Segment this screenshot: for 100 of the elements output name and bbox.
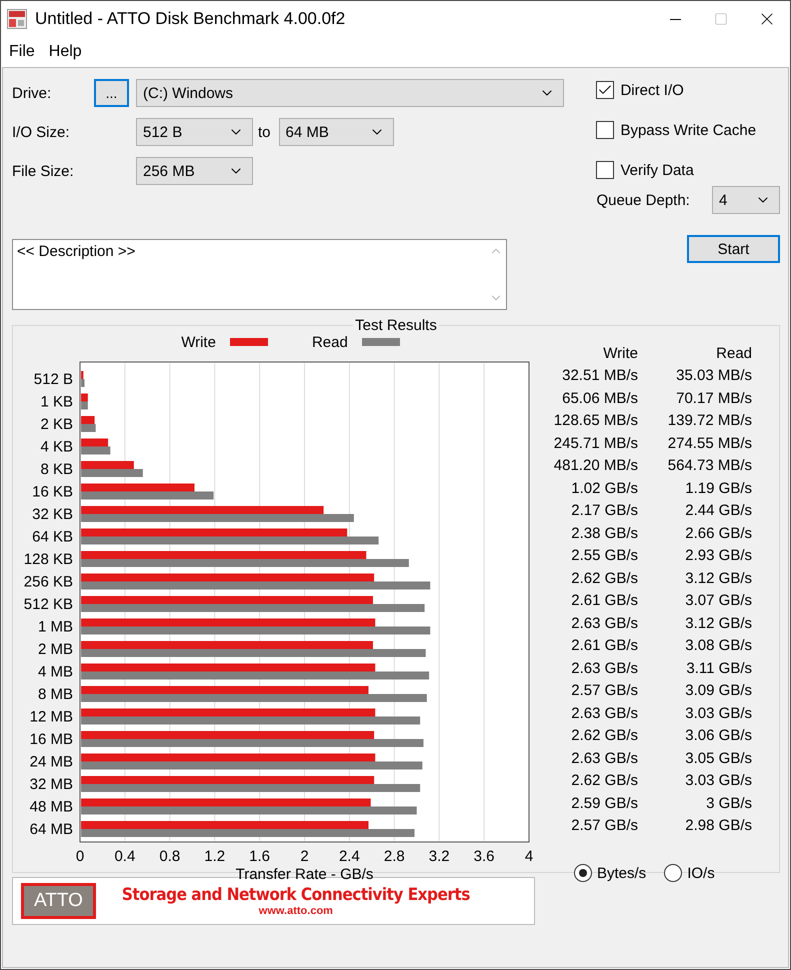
axis-title: Transfer Rate - GB/s: [236, 866, 374, 883]
table-cell-text: 2.66 GB/s: [684, 524, 752, 542]
file-size-dropdown[interactable]: 256 MB: [136, 157, 253, 185]
axis-label: 128 KB: [24, 551, 73, 568]
queue-depth-dropdown[interactable]: 4: [712, 186, 780, 214]
table-cell-text: 245.71 MB/s: [552, 434, 638, 452]
table-cell-text: 274.55 MB/s: [666, 434, 752, 452]
table-cell-text: 1.19 GB/s: [684, 480, 752, 497]
table-cell-text: 3.03 GB/s: [684, 772, 752, 790]
panel-title: Test Results: [354, 317, 438, 334]
write-bar: [81, 371, 84, 379]
table-cell-text: 3.07 GB/s: [684, 592, 752, 610]
tick-label: 0.8: [159, 848, 180, 865]
table-cell-text: 564.73 MB/s: [666, 457, 752, 474]
table-cell-text: 2.61 GB/s: [570, 637, 638, 654]
tick-label: 2.8: [384, 848, 405, 865]
table-cell-text: 3.11 GB/s: [685, 660, 752, 677]
start-button[interactable]: Start: [687, 235, 780, 263]
tick-label: 3.2: [428, 848, 450, 865]
column-header: Write: [602, 344, 638, 362]
table-cell-text: 3.03 GB/s: [684, 704, 752, 722]
field-label: Drive:: [12, 84, 52, 102]
table-cell-text: 2.62 GB/s: [570, 727, 638, 744]
axis-label: 4 KB: [40, 438, 73, 456]
io-size-dropdown[interactable]: 512 B: [136, 118, 253, 146]
axis-label: 8 KB: [40, 461, 73, 478]
table-cell-text: 2.93 GB/s: [684, 547, 752, 564]
write-bar: [81, 416, 95, 424]
write-bar: [81, 438, 108, 446]
axis-label: 32 KB: [32, 506, 73, 523]
read-bar: [81, 402, 88, 410]
drive-dropdown[interactable]: (C:) Windows: [136, 79, 564, 107]
axis-label: 12 MB: [30, 708, 73, 726]
table-cell-text: 2.61 GB/s: [570, 592, 638, 610]
browse-button[interactable]: ...: [94, 79, 129, 107]
axis-label: 2 MB: [38, 641, 73, 658]
table-cell-text: 481.20 MB/s: [552, 457, 638, 474]
tick-label: 2: [300, 848, 309, 865]
logo: ATTO: [21, 883, 96, 919]
menu-item[interactable]: File: [9, 43, 35, 61]
axis-label: 512 B: [34, 371, 73, 388]
tick-label: 0.4: [114, 848, 136, 865]
axis-label: 4 MB: [38, 664, 73, 680]
table-cell-text: 2.57 GB/s: [570, 817, 638, 834]
checkbox-label: Verify Data: [620, 162, 694, 178]
radio-button[interactable]: [574, 864, 592, 882]
axis-label: 64 KB: [32, 528, 73, 546]
axis-label: 16 KB: [32, 484, 73, 500]
table-cell-text: 2.63 GB/s: [570, 704, 638, 722]
read-bar: [81, 446, 110, 454]
radio-label: Bytes/s: [597, 864, 646, 882]
radio-label: IO/s: [687, 864, 715, 882]
table-cell-text: 1.02 GB/s: [570, 480, 638, 497]
table-cell-text: 2.57 GB/s: [570, 682, 638, 700]
minimize-icon: [670, 18, 680, 20]
table-cell-text: 3 GB/s: [705, 794, 752, 812]
table-cell-text: 2.63 GB/s: [570, 660, 638, 677]
axis-label: 1 KB: [40, 394, 73, 410]
checkbox[interactable]: [596, 161, 614, 179]
window-title: Untitled - ATTO Disk Benchmark 4.00.0f2: [35, 9, 346, 29]
table-cell-text: 32.51 MB/s: [561, 367, 638, 384]
table-cell-text: 3.12 GB/s: [684, 570, 752, 587]
menu-item[interactable]: Help: [48, 43, 82, 61]
table-cell-text: 2.44 GB/s: [684, 502, 752, 520]
table-cell-text: 2.98 GB/s: [684, 817, 752, 834]
tick-label: 1.6: [249, 848, 270, 865]
write-bar: [81, 461, 134, 469]
tick-label: 2.4: [338, 848, 360, 865]
checkbox[interactable]: [596, 121, 614, 139]
table-cell-text: 3.12 GB/s: [684, 614, 752, 632]
legend-label: Write: [181, 334, 216, 350]
field-label: I/O Size:: [12, 124, 71, 140]
app-icon: [7, 9, 27, 29]
io-size-dropdown[interactable]: 64 MB: [278, 118, 394, 146]
axis-label: 64 MB: [30, 821, 73, 838]
table-cell-text: 3.06 GB/s: [684, 727, 752, 744]
table-cell-text: 2.55 GB/s: [570, 547, 638, 564]
axis-label: 48 MB: [30, 798, 73, 816]
table-cell-text: 128.65 MB/s: [552, 412, 638, 430]
range-label: to: [258, 124, 271, 140]
banner-link[interactable]: www.atto.com: [258, 905, 333, 917]
table-cell-text: 65.06 MB/s: [561, 390, 638, 407]
legend-swatch: [362, 338, 400, 346]
column-header: Read: [715, 344, 752, 362]
table-cell-text: 2.63 GB/s: [570, 614, 638, 632]
checkbox[interactable]: [596, 81, 614, 99]
radio-button[interactable]: [664, 864, 682, 882]
axis-label: 24 MB: [30, 754, 73, 770]
table-cell-text: 2.62 GB/s: [570, 772, 638, 790]
write-bar: [81, 394, 88, 402]
field-label: File Size:: [12, 162, 75, 180]
tick-label: 3.6: [474, 848, 495, 865]
field-label: Queue Depth:: [596, 192, 691, 208]
table-cell-text: 2.62 GB/s: [570, 570, 638, 587]
table-cell-text: 2.59 GB/s: [570, 794, 638, 812]
table-cell-text: 35.03 MB/s: [675, 367, 752, 384]
maximize-icon: [714, 12, 728, 26]
axis-label: 16 MB: [30, 731, 73, 748]
read-bar: [81, 379, 84, 387]
checkbox-label: Bypass Write Cache: [620, 122, 756, 138]
